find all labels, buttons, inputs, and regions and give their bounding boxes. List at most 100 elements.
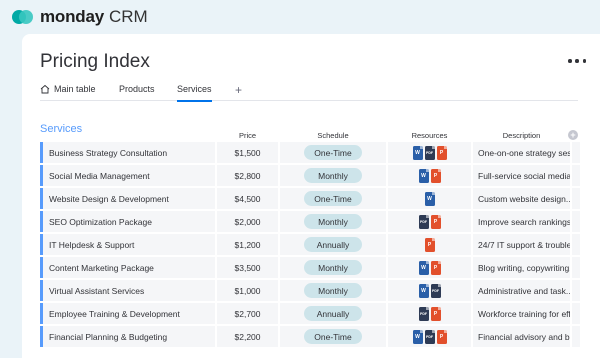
pdf-doc-icon[interactable]: PDF xyxy=(430,283,441,298)
item-name-cell[interactable]: SEO Optimization Package xyxy=(40,211,215,232)
tab-products[interactable]: Products xyxy=(119,84,155,101)
schedule-cell[interactable]: Monthly xyxy=(280,165,386,186)
powerpoint-doc-icon[interactable]: P xyxy=(430,306,441,321)
resources-cell[interactable]: W PDF xyxy=(388,280,471,301)
tab-label: Products xyxy=(119,84,155,94)
column-header-resources[interactable]: Resources xyxy=(388,131,471,140)
table-row[interactable]: Content Marketing Package $3,500 Monthly W P… xyxy=(40,257,580,280)
item-name-cell[interactable]: Business Strategy Consultation xyxy=(40,142,215,163)
table-body: Business Strategy Consultation $1,500 One-… xyxy=(40,142,580,349)
item-name-cell[interactable]: Financial Planning & Budgeting xyxy=(40,326,215,347)
table-row[interactable]: Virtual Assistant Services $1,000 Monthly W… xyxy=(40,280,580,303)
table-row[interactable]: Financial Planning & Budgeting $2,200 One-… xyxy=(40,326,580,349)
schedule-status-pill[interactable]: Monthly xyxy=(304,260,362,275)
schedule-status-pill[interactable]: One-Time xyxy=(304,191,362,206)
monday-logo-icon xyxy=(12,10,34,24)
description-cell[interactable]: Administrative and task... xyxy=(473,280,570,301)
schedule-cell[interactable]: One-Time xyxy=(280,142,386,163)
description-cell[interactable]: Blog writing, copywriting... xyxy=(473,257,570,278)
word-doc-icon[interactable]: W xyxy=(424,191,435,206)
schedule-cell[interactable]: One-Time xyxy=(280,326,386,347)
price-cell[interactable]: $2,700 xyxy=(217,303,278,324)
schedule-status-pill[interactable]: One-Time xyxy=(304,329,362,344)
price-cell[interactable]: $2,800 xyxy=(217,165,278,186)
column-header-description[interactable]: Description xyxy=(473,131,570,140)
description-cell[interactable]: One-on-one strategy sess... xyxy=(473,142,570,163)
description-cell[interactable]: Improve search rankings... xyxy=(473,211,570,232)
description-cell[interactable]: Financial advisory and bu... xyxy=(473,326,570,347)
schedule-status-pill[interactable]: One-Time xyxy=(304,145,362,160)
powerpoint-doc-icon[interactable]: P xyxy=(430,168,441,183)
powerpoint-doc-icon[interactable]: P xyxy=(430,214,441,229)
add-column-button[interactable]: + xyxy=(568,130,578,140)
word-doc-icon[interactable]: W xyxy=(418,283,429,298)
row-end-cell xyxy=(572,257,580,278)
more-options-button[interactable] xyxy=(566,52,588,70)
resources-cell[interactable]: W PDF P xyxy=(388,326,471,347)
resources-cell[interactable]: P xyxy=(388,234,471,255)
page-title: Pricing Index xyxy=(40,51,150,72)
pdf-doc-icon[interactable]: PDF xyxy=(424,145,435,160)
item-name-cell[interactable]: Virtual Assistant Services xyxy=(40,280,215,301)
schedule-cell[interactable]: Annually xyxy=(280,303,386,324)
pdf-doc-icon[interactable]: PDF xyxy=(418,214,429,229)
resources-cell[interactable]: PDF P xyxy=(388,303,471,324)
item-name-cell[interactable]: IT Helpdesk & Support xyxy=(40,234,215,255)
schedule-status-pill[interactable]: Annually xyxy=(304,306,362,321)
item-name-cell[interactable]: Website Design & Development xyxy=(40,188,215,209)
schedule-status-pill[interactable]: Monthly xyxy=(304,214,362,229)
resources-cell[interactable]: W xyxy=(388,188,471,209)
dot-icon xyxy=(582,59,586,63)
schedule-cell[interactable]: Monthly xyxy=(280,280,386,301)
word-doc-icon[interactable]: W xyxy=(412,329,423,344)
table-row[interactable]: Business Strategy Consultation $1,500 One-… xyxy=(40,142,580,165)
price-cell[interactable]: $1,200 xyxy=(217,234,278,255)
schedule-status-pill[interactable]: Annually xyxy=(304,237,362,252)
powerpoint-doc-icon[interactable]: P xyxy=(430,260,441,275)
word-doc-icon[interactable]: W xyxy=(412,145,423,160)
row-end-cell xyxy=(572,188,580,209)
resources-cell[interactable]: WP xyxy=(388,165,471,186)
word-doc-icon[interactable]: W xyxy=(418,260,429,275)
price-cell[interactable]: $3,500 xyxy=(217,257,278,278)
description-cell[interactable]: Workforce training for eff... xyxy=(473,303,570,324)
column-header-schedule[interactable]: Schedule xyxy=(280,131,386,140)
item-name-cell[interactable]: Employee Training & Development xyxy=(40,303,215,324)
table-row[interactable]: Social Media Management $2,800 Monthly W P Fu… xyxy=(40,165,580,188)
item-name-cell[interactable]: Social Media Management xyxy=(40,165,215,186)
table-row[interactable]: Employee Training & Development $2,700 Ann… xyxy=(40,303,580,326)
item-name-cell[interactable]: Content Marketing Package xyxy=(40,257,215,278)
price-cell[interactable]: $1,000 xyxy=(217,280,278,301)
price-cell[interactable]: $2,000 xyxy=(217,211,278,232)
schedule-cell[interactable]: Monthly xyxy=(280,211,386,232)
pdf-doc-icon[interactable]: PDF xyxy=(418,306,429,321)
schedule-status-pill[interactable]: Monthly xyxy=(304,283,362,298)
powerpoint-doc-icon[interactable]: P xyxy=(436,329,447,344)
schedule-status-pill[interactable]: Monthly xyxy=(304,168,362,183)
description-cell[interactable]: Custom website design... xyxy=(473,188,570,209)
resources-cell[interactable]: PDF P xyxy=(388,211,471,232)
column-header-price[interactable]: Price xyxy=(217,131,278,140)
tab-main-table[interactable]: Main table xyxy=(40,84,96,101)
description-cell[interactable]: 24/7 IT support & trouble... xyxy=(473,234,570,255)
tab-services[interactable]: Services xyxy=(177,84,212,102)
pdf-doc-icon[interactable]: PDF xyxy=(424,329,435,344)
dot-icon xyxy=(575,59,579,63)
resources-cell[interactable]: W PDF P xyxy=(388,142,471,163)
group-title[interactable]: Services xyxy=(40,123,82,135)
resources-cell[interactable]: WP xyxy=(388,257,471,278)
price-cell[interactable]: $2,200 xyxy=(217,326,278,347)
schedule-cell[interactable]: One-Time xyxy=(280,188,386,209)
schedule-cell[interactable]: Monthly xyxy=(280,257,386,278)
schedule-cell[interactable]: Annually xyxy=(280,234,386,255)
table-row[interactable]: Website Design & Development $4,500 One-Ti… xyxy=(40,188,580,211)
powerpoint-doc-icon[interactable]: P xyxy=(424,237,435,252)
price-cell[interactable]: $1,500 xyxy=(217,142,278,163)
table-row[interactable]: IT Helpdesk & Support $1,200 Annually P 24/7… xyxy=(40,234,580,257)
add-view-button[interactable]: + xyxy=(235,84,242,102)
table-row[interactable]: SEO Optimization Package $2,000 Monthly PDF… xyxy=(40,211,580,234)
powerpoint-doc-icon[interactable]: P xyxy=(436,145,447,160)
price-cell[interactable]: $4,500 xyxy=(217,188,278,209)
word-doc-icon[interactable]: W xyxy=(418,168,429,183)
description-cell[interactable]: Full-service social media... xyxy=(473,165,570,186)
